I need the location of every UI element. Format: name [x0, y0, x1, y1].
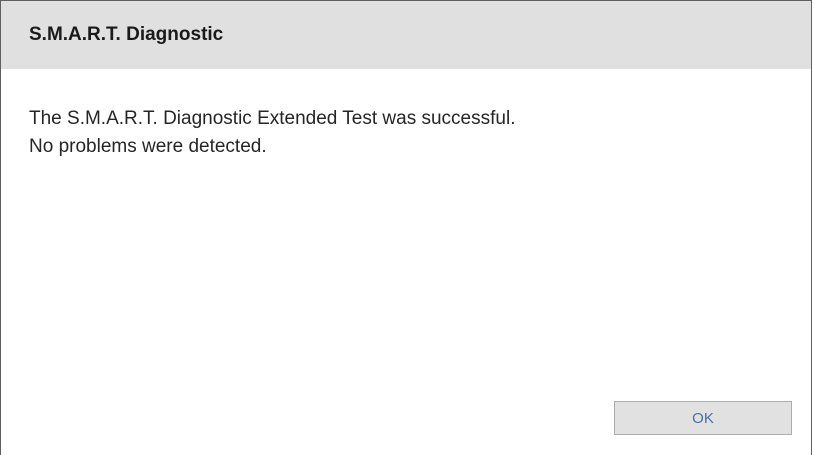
smart-diagnostic-dialog: S.M.A.R.T. Diagnostic The S.M.A.R.T. Dia… [0, 0, 812, 455]
dialog-title: S.M.A.R.T. Diagnostic [29, 24, 224, 45]
message-line-1: The S.M.A.R.T. Diagnostic Extended Test … [29, 108, 516, 129]
message-line-2: No problems were detected. [29, 136, 267, 157]
dialog-message: The S.M.A.R.T. Diagnostic Extended Test … [29, 105, 515, 161]
ok-button[interactable]: OK [614, 401, 792, 435]
dialog-title-bar: S.M.A.R.T. Diagnostic [1, 1, 811, 69]
